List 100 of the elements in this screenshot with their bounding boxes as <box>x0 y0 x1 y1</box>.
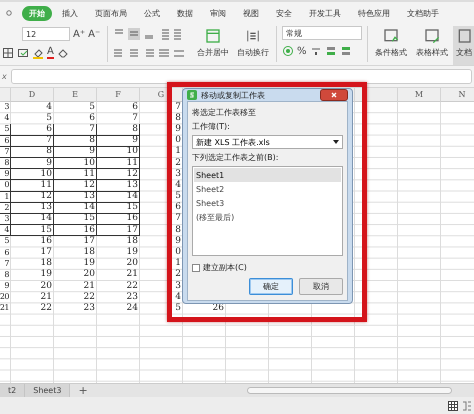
sheet-tab[interactable]: t2 <box>0 384 26 397</box>
table-cell-text: 3 <box>3 102 10 114</box>
cancel-button[interactable]: 取消 <box>299 278 343 295</box>
sheet-tab[interactable]: Sheet3 <box>25 384 70 397</box>
align-right-icon[interactable] <box>143 47 155 59</box>
fill-color-icon[interactable] <box>32 47 44 59</box>
number-format-field[interactable]: 常规 <box>282 26 362 40</box>
column-header[interactable]: E <box>54 88 97 102</box>
justify-icon[interactable] <box>158 47 170 59</box>
table-cell: 15 <box>97 202 140 214</box>
workbook-select[interactable]: 新建 XLS 工作表.xls <box>192 135 343 149</box>
table-cell-text: 7 <box>174 102 182 113</box>
ribbon-tab[interactable]: 安全 <box>269 6 299 20</box>
horizontal-scrollbar[interactable] <box>247 387 452 394</box>
wrap-text-icon[interactable] <box>245 28 261 44</box>
table-cell-text: 21 <box>0 303 10 314</box>
formula-field[interactable] <box>10 69 472 84</box>
table-cell-text: 5 <box>88 102 96 113</box>
table-cell-text: 6 <box>174 202 182 214</box>
table-cell-text: 0 <box>174 247 182 258</box>
ribbon-tab[interactable]: 插入 <box>55 6 85 20</box>
sheet-list[interactable]: Sheet1 Sheet2 Sheet3 (移至最后) <box>192 166 343 256</box>
table-cell: 9 <box>97 136 140 147</box>
decrease-decimal-icon[interactable] <box>340 45 352 57</box>
wrap-text-button[interactable]: 自动换行 <box>237 47 269 58</box>
normal-view-icon[interactable] <box>448 400 458 410</box>
table-cell-text: 4 <box>174 292 182 304</box>
table-check-icon[interactable] <box>17 47 29 59</box>
merge-center-button[interactable]: 合并居中 <box>197 47 229 58</box>
table-cell: 9 <box>54 146 97 158</box>
align-middle-icon[interactable] <box>128 28 140 40</box>
border-icon[interactable] <box>2 47 14 59</box>
table-cell: 8 <box>0 158 11 170</box>
eraser-icon[interactable] <box>56 47 69 59</box>
table-cell: 6 <box>0 136 11 147</box>
align-left-icon[interactable] <box>113 47 125 59</box>
table-cell-text: 9 <box>174 236 182 247</box>
copy-checkbox[interactable] <box>192 264 200 272</box>
column-header[interactable]: N <box>441 88 474 102</box>
document-icon[interactable] <box>456 28 472 44</box>
ribbon-tab[interactable]: 审阅 <box>203 6 233 20</box>
font-size-button[interactable]: A⁻ <box>88 28 100 40</box>
table-cell-text: 3 <box>174 281 182 292</box>
table-cell-text: 4 <box>3 113 10 124</box>
percent-button[interactable]: % <box>297 46 307 56</box>
menu-circle-icon[interactable] <box>6 10 12 16</box>
table-cell: 11 <box>11 180 54 192</box>
ribbon-tab[interactable]: 文档助手 <box>400 6 446 20</box>
table-cell: 16 <box>97 214 140 226</box>
table-cell-text: 23 <box>126 292 139 303</box>
table-style-button[interactable]: 表格样式 <box>416 47 448 58</box>
table-cell: 10 <box>54 158 97 170</box>
merge-cells-icon[interactable] <box>205 28 221 44</box>
table-cell-text: 7 <box>174 214 182 225</box>
ribbon-tab[interactable]: 视图 <box>236 6 266 20</box>
ribbon-tab[interactable]: 公式 <box>137 6 167 20</box>
table-cell-text: 22 <box>82 292 96 303</box>
table-cell-text: 17 <box>40 247 53 258</box>
table-style-icon[interactable] <box>424 28 440 44</box>
conditional-format-button[interactable]: 条件格式 <box>375 47 407 58</box>
table-cell-text: 21 <box>126 270 139 281</box>
table-cell-text: 7 <box>3 258 10 270</box>
table-cell: 16 <box>54 225 97 236</box>
table-cell-text: 23 <box>82 303 96 315</box>
font-size-field[interactable]: 12 <box>22 27 70 41</box>
table-cell-text: 22 <box>40 303 53 315</box>
sheet-list-item[interactable]: Sheet1 <box>194 168 341 182</box>
ribbon-tab[interactable]: 页面布局 <box>88 6 134 20</box>
column-header[interactable]: F <box>97 88 140 102</box>
table-cell-text: 17 <box>82 236 96 247</box>
ribbon-tab[interactable]: 特色应用 <box>351 6 397 20</box>
font-size-button[interactable]: A⁺ <box>73 28 86 40</box>
sheet-list-item[interactable]: Sheet3 <box>194 196 341 210</box>
add-sheet-button[interactable]: + <box>78 384 88 397</box>
font-color-button[interactable]: A <box>47 47 54 59</box>
ok-button[interactable]: 确定 <box>249 278 293 295</box>
table-cell-text: 5 <box>174 303 182 315</box>
table-cell: 12 <box>97 169 140 180</box>
conditional-format-icon[interactable] <box>383 28 399 44</box>
column-header[interactable]: D <box>11 88 54 102</box>
currency-icon[interactable] <box>282 45 294 57</box>
close-button[interactable] <box>320 89 348 101</box>
table-cell: 7 <box>54 124 97 136</box>
ribbon-tab[interactable]: 数据 <box>170 6 200 20</box>
copy-label: 建立副本(C) <box>203 262 247 273</box>
ribbon-tab[interactable]: 开发工具 <box>302 6 348 20</box>
page-layout-icon[interactable] <box>462 400 472 410</box>
align-center-icon[interactable] <box>128 47 140 59</box>
table-cell: 12 <box>11 192 54 203</box>
column-header[interactable]: M <box>398 88 441 102</box>
table-cell: 14 <box>11 214 54 226</box>
sheet-list-item[interactable]: (移至最后) <box>194 210 341 224</box>
table-cell-text: 9 <box>3 281 10 292</box>
app-logo-icon <box>187 90 197 100</box>
table-cell-text: 19 <box>82 258 96 269</box>
increase-decimal-icon[interactable] <box>324 45 337 57</box>
table-cell: 7 <box>11 136 54 147</box>
table-cell: 8 <box>97 124 140 136</box>
sheet-list-item[interactable]: Sheet2 <box>194 182 341 196</box>
table-cell: 0 <box>0 180 11 192</box>
